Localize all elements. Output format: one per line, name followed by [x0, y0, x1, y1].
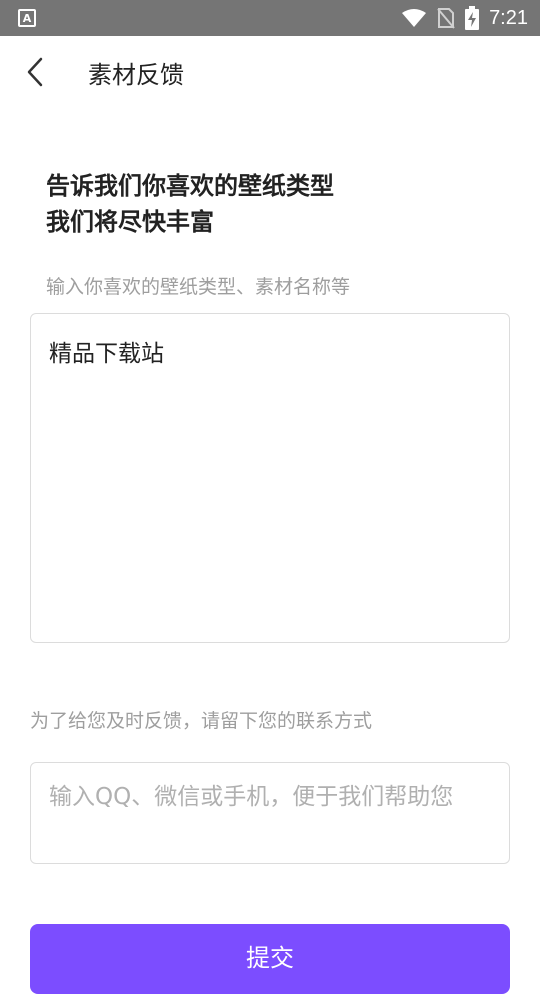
back-button[interactable]	[0, 36, 70, 108]
status-bar: A 7:21	[0, 0, 540, 36]
app-bar: 素材反馈	[0, 36, 540, 108]
status-time: 7:21	[489, 6, 528, 29]
app-notification-icon: A	[18, 9, 36, 27]
form-heading: 告诉我们你喜欢的壁纸类型 我们将尽快丰富	[46, 168, 334, 240]
heading-line-1: 告诉我们你喜欢的壁纸类型	[46, 172, 334, 200]
battery-charging-icon	[465, 6, 480, 30]
no-sim-icon	[437, 8, 455, 29]
chevron-left-icon	[27, 57, 43, 87]
contact-input[interactable]: 输入QQ、微信或手机，便于我们帮助您	[30, 762, 510, 864]
heading-line-2: 我们将尽快丰富	[46, 208, 214, 236]
contact-hint: 为了给您及时反馈，请留下您的联系方式	[30, 710, 373, 732]
page-title: 素材反馈	[88, 60, 184, 89]
wallpaper-type-input[interactable]: 精品下载站	[30, 313, 510, 643]
wallpaper-type-hint: 输入你喜欢的壁纸类型、素材名称等	[46, 276, 351, 298]
submit-button[interactable]: 提交	[30, 924, 510, 994]
wifi-icon	[402, 9, 427, 27]
